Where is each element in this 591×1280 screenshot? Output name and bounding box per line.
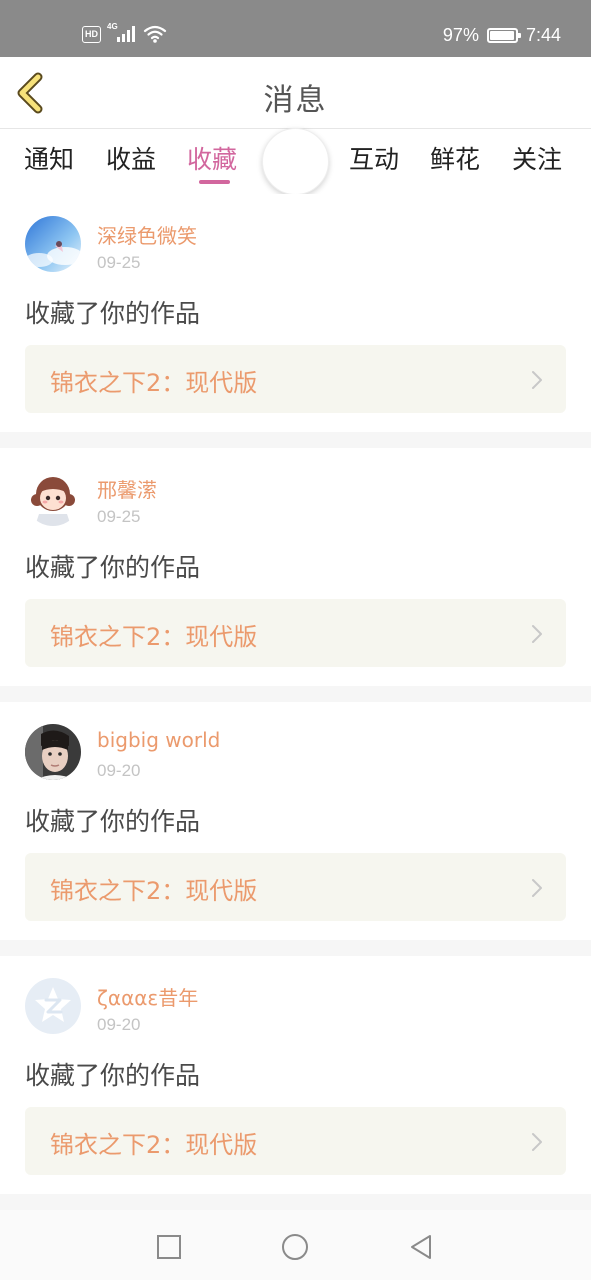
action-text: 收藏了你的作品 (25, 299, 201, 328)
avatar[interactable] (25, 978, 81, 1034)
avatar-image (25, 216, 81, 272)
work-card[interactable]: 锦衣之下2：现代版 (25, 853, 566, 921)
avatar[interactable] (25, 470, 81, 526)
status-right: 97% 7:44 (443, 22, 561, 48)
system-nav-bar (0, 1210, 591, 1280)
list-item: 邢馨潆 09-25 收藏了你的作品 锦衣之下2：现代版 (0, 448, 591, 686)
chevron-right-icon (532, 1133, 542, 1151)
work-card[interactable]: 锦衣之下2：现代版 (25, 1107, 566, 1175)
timestamp: 09-25 (97, 253, 141, 272)
avatar-image (25, 724, 81, 780)
username[interactable]: 深绿色微笑 (97, 220, 197, 249)
chevron-right-icon (532, 879, 542, 897)
status-bar: HD 4G 97% 7:44 (0, 0, 591, 57)
work-title: 锦衣之下2：现代版 (50, 1131, 258, 1159)
divider (0, 940, 591, 956)
list-item: 深绿色微笑 09-25 收藏了你的作品 锦衣之下2：现代版 (0, 194, 591, 432)
notification-list: 深绿色微笑 09-25 收藏了你的作品 锦衣之下2：现代版 邢馨潆 09-25 … (0, 194, 591, 1210)
wifi-icon (143, 25, 167, 43)
tab-flowers[interactable]: 鲜花 (430, 140, 480, 176)
action-text: 收藏了你的作品 (25, 1061, 201, 1090)
avatar[interactable] (25, 216, 81, 272)
floating-action-button[interactable] (262, 128, 329, 195)
avatar-image (25, 470, 81, 526)
network-type: 4G (107, 22, 118, 31)
action-text: 收藏了你的作品 (25, 807, 201, 836)
screen: HD 4G 97% 7:44 消息 通知 收益 收藏 互动 鲜花 关注 深绿色微… (0, 0, 591, 1280)
tab-favorites[interactable]: 收藏 (187, 140, 237, 176)
divider (0, 432, 591, 448)
hd-badge: HD (82, 25, 101, 43)
chevron-right-icon (532, 371, 542, 389)
battery-icon (486, 27, 521, 43)
status-left: HD 4G (82, 22, 167, 45)
clock: 7:44 (525, 24, 561, 45)
action-text: 收藏了你的作品 (25, 553, 201, 582)
square-icon[interactable] (154, 1232, 184, 1262)
work-title: 锦衣之下2：现代版 (50, 877, 258, 905)
chevron-right-icon (532, 625, 542, 643)
timestamp: 09-20 (97, 761, 141, 780)
work-title: 锦衣之下2：现代版 (50, 369, 258, 397)
tab-interactions[interactable]: 互动 (349, 140, 399, 176)
avatar-image (25, 978, 81, 1034)
username[interactable]: bigbig world (97, 728, 220, 752)
circle-icon[interactable] (280, 1232, 310, 1262)
timestamp: 09-20 (97, 1015, 141, 1034)
tab-earnings[interactable]: 收益 (106, 140, 156, 176)
tab-following[interactable]: 关注 (512, 140, 562, 176)
divider (0, 1194, 591, 1210)
tab-notifications[interactable]: 通知 (24, 140, 74, 176)
list-item: bigbig world 09-20 收藏了你的作品 锦衣之下2：现代版 (0, 702, 591, 940)
list-item: ζαααε昔年 09-20 收藏了你的作品 锦衣之下2：现代版 (0, 956, 591, 1194)
active-tab-indicator (199, 180, 230, 184)
header: 消息 (0, 57, 591, 129)
work-card[interactable]: 锦衣之下2：现代版 (25, 345, 566, 413)
work-title: 锦衣之下2：现代版 (50, 623, 258, 651)
battery-fill (489, 30, 515, 40)
battery-percent: 97% (442, 24, 479, 45)
timestamp: 09-25 (97, 507, 141, 526)
username[interactable]: 邢馨潆 (97, 474, 157, 503)
triangle-back-icon[interactable] (406, 1232, 436, 1262)
page-title: 消息 (263, 83, 328, 118)
divider (0, 686, 591, 702)
cellular-signal-icon: 4G (107, 22, 137, 44)
username[interactable]: ζαααε昔年 (97, 982, 198, 1011)
avatar[interactable] (25, 724, 81, 780)
work-card[interactable]: 锦衣之下2：现代版 (25, 599, 566, 667)
